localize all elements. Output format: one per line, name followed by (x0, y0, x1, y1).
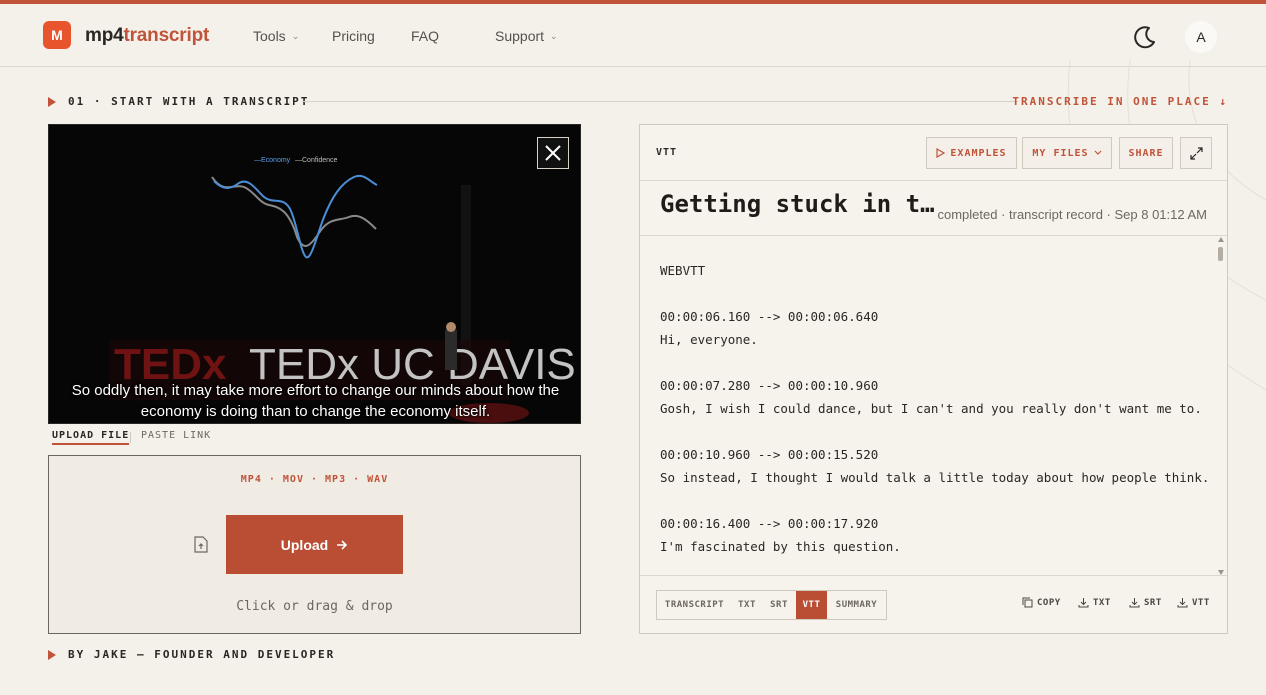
vtt-header: WEBVTT (660, 263, 706, 278)
video-caption: So oddly then, it may take more effort t… (49, 380, 580, 422)
nav-tools[interactable]: Tools ⌄ (253, 28, 299, 44)
dropzone-hint: Click or drag & drop (236, 599, 393, 614)
copy-icon (1022, 597, 1033, 608)
tab-transcript[interactable]: TRANSCRIPT (657, 591, 732, 619)
download-txt-button[interactable]: TXT (1078, 597, 1111, 608)
cue-text: I'm fascinated by this question. (660, 539, 901, 554)
chevron-down-icon: ⌄ (550, 31, 558, 41)
expand-button[interactable] (1180, 137, 1212, 169)
caption-line-2: economy is doing than to change the econ… (140, 403, 491, 420)
cue-time: 00:00:10.960 --> 00:00:15.520 (660, 447, 879, 462)
tab-paste-link[interactable]: PASTE LINK (141, 430, 211, 441)
download-icon (1078, 598, 1089, 608)
cue-time: 00:00:06.160 --> 00:00:06.640 (660, 309, 879, 324)
examples-button[interactable]: EXAMPLES (926, 137, 1017, 169)
scroll-up-arrow-icon[interactable] (1218, 237, 1224, 242)
panel-toolbar: VTT EXAMPLES MY FILES SHARE (640, 125, 1227, 181)
dropzone[interactable]: MP4 · MOV · MP3 · WAV Upload Click or dr… (48, 455, 581, 634)
moon-icon[interactable] (1131, 23, 1159, 51)
share-button[interactable]: SHARE (1119, 137, 1173, 169)
play-icon (936, 148, 946, 158)
examples-label: EXAMPLES (950, 147, 1007, 159)
logo-text-part1: mp4 (85, 25, 124, 46)
upload-button-label: Upload (280, 536, 329, 553)
close-icon (545, 145, 561, 161)
nav-pricing[interactable]: Pricing (332, 28, 375, 44)
play-triangle-icon (48, 97, 56, 107)
cue-text: Gosh, I wish I could dance, but I can't … (660, 401, 1202, 416)
logo-wordmark[interactable]: mp4transcript (85, 25, 209, 47)
avatar[interactable]: A (1185, 21, 1217, 53)
expand-icon (1189, 146, 1203, 160)
tab-vtt[interactable]: VTT (796, 591, 827, 619)
nav-faq[interactable]: FAQ (411, 28, 439, 44)
view-format-tabs: TRANSCRIPT TXT SRT VTT SUMMARY (656, 590, 887, 620)
cue-text: Hi, everyone. (660, 332, 758, 347)
byline-header: BY JAKE — FOUNDER AND DEVELOPER (48, 648, 348, 662)
cue-time: 00:00:16.400 --> 00:00:17.920 (660, 516, 879, 531)
download-srt-label: SRT (1144, 597, 1162, 608)
caption-line-1: So oddly then, it may take more effort t… (71, 382, 560, 399)
scrollbar-thumb[interactable] (1218, 247, 1223, 261)
download-icon (1129, 598, 1140, 608)
play-triangle-icon (48, 650, 56, 660)
tab-upload-file[interactable]: UPLOAD FILE (52, 430, 130, 445)
transcribe-link[interactable]: TRANSCRIBE IN ONE PLACE ↓ (1012, 95, 1228, 108)
section-divider (302, 101, 1018, 102)
panel-footer: TRANSCRIPT TXT SRT VTT SUMMARY COPY TXT … (640, 575, 1227, 633)
file-upload-icon (194, 536, 208, 553)
nav-support[interactable]: Support ⌄ (495, 28, 558, 44)
top-nav: M mp4transcript Tools ⌄ Pricing FAQ Suppo… (0, 4, 1266, 67)
download-srt-button[interactable]: SRT (1129, 597, 1162, 608)
my-files-label: MY FILES (1032, 147, 1089, 159)
download-vtt-button[interactable]: VTT (1177, 597, 1210, 608)
title-row: Getting stuck in t… completed · transcri… (640, 181, 1227, 236)
download-vtt-label: VTT (1192, 597, 1210, 608)
download-icon (1177, 598, 1188, 608)
upload-button[interactable]: Upload (226, 515, 403, 574)
logo-badge[interactable]: M (43, 21, 71, 49)
nav-tools-label: Tools (253, 28, 286, 44)
chevron-down-icon: ⌄ (291, 31, 300, 41)
legend-economy: —Economy (254, 157, 291, 164)
nav-support-label: Support (495, 28, 545, 44)
legend-confidence: —Confidence (295, 157, 338, 164)
tab-txt[interactable]: TXT (732, 591, 762, 619)
byline: BY JAKE — FOUNDER AND DEVELOPER (68, 648, 336, 661)
tab-srt[interactable]: SRT (762, 591, 796, 619)
chevron-down-icon (1094, 150, 1102, 155)
logo-text-part2: transcript (123, 25, 210, 46)
tab-separator (130, 432, 131, 443)
transcript-meta: completed · transcript record · Sep 8 01… (937, 207, 1207, 222)
transcript-scrollbar[interactable] (1217, 237, 1225, 575)
my-files-button[interactable]: MY FILES (1022, 137, 1112, 169)
format-label: VTT (656, 147, 678, 158)
arrow-right-icon (337, 539, 348, 550)
transcript-content[interactable]: WEBVTT 00:00:06.160 --> 00:00:06.640 Hi,… (640, 237, 1218, 575)
cue-text: So instead, I thought I would talk a lit… (660, 470, 1210, 485)
copy-label: COPY (1037, 597, 1061, 608)
section-header: 01 · START WITH A TRANSCRIPT TRANSCRIBE … (48, 95, 1228, 109)
close-video-button[interactable] (537, 137, 569, 169)
tab-summary[interactable]: SUMMARY (827, 591, 886, 619)
section-title: 01 · START WITH A TRANSCRIPT (68, 95, 310, 108)
supported-formats: MP4 · MOV · MP3 · WAV (240, 474, 389, 485)
video-player[interactable]: —Economy —Confidence TEDx TEDx UC DAVIS … (48, 124, 581, 424)
transcript-title: Getting stuck in t… (660, 190, 935, 218)
copy-button[interactable]: COPY (1022, 597, 1061, 608)
download-txt-label: TXT (1093, 597, 1111, 608)
transcript-panel: VTT EXAMPLES MY FILES SHARE Getting stuc… (639, 124, 1228, 634)
cue-time: 00:00:07.280 --> 00:00:10.960 (660, 378, 879, 393)
